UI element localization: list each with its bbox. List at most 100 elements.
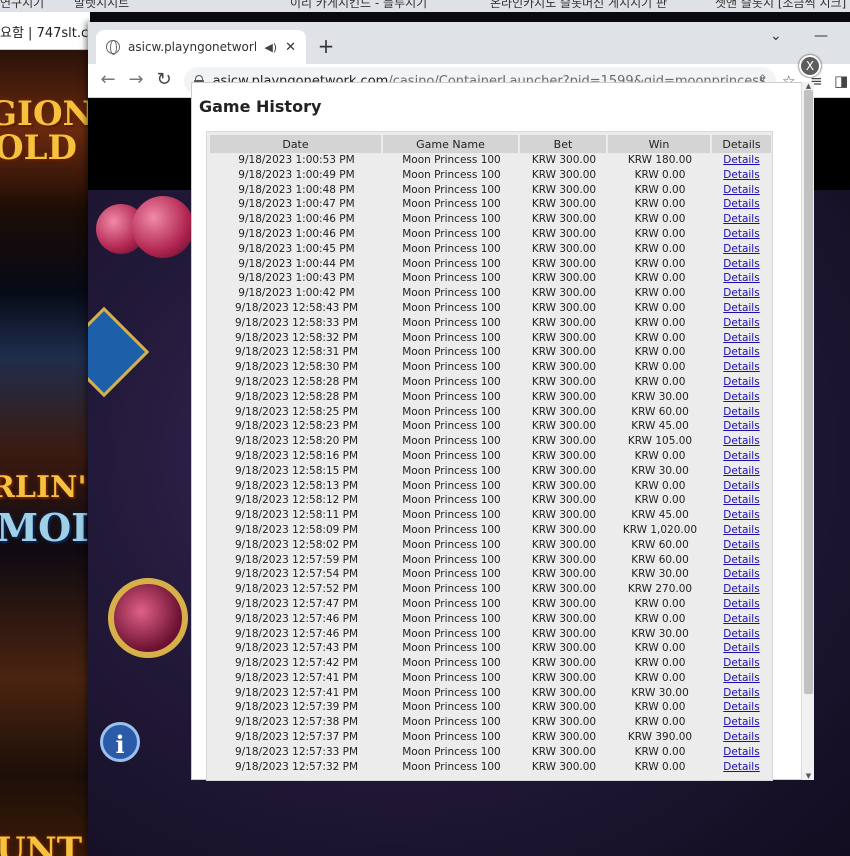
scroll-up-arrow-icon[interactable]: ▲ <box>802 82 815 90</box>
popup-tab[interactable]: asicw.playngonetwork.com/ ◀) ✕ <box>96 30 306 64</box>
details-link[interactable]: Details <box>723 391 759 403</box>
details-link[interactable]: Details <box>723 258 759 270</box>
win-cell: KRW 30.00 <box>608 463 712 479</box>
details-link[interactable]: Details <box>723 613 759 625</box>
casino-game-title[interactable]: UNT <box>0 832 82 856</box>
details-link[interactable]: Details <box>723 243 759 255</box>
bet-cell: KRW 300.00 <box>520 271 608 287</box>
bet-cell: KRW 300.00 <box>520 448 608 464</box>
details-link[interactable]: Details <box>723 361 759 373</box>
scroll-down-arrow-icon[interactable]: ▼ <box>802 772 815 780</box>
casino-game-title[interactable]: OLD <box>0 130 77 166</box>
details-cell: Details <box>712 744 771 760</box>
bet-cell: KRW 300.00 <box>520 241 608 257</box>
background-tab[interactable]: 말렛시시트 <box>74 0 129 12</box>
win-cell: KRW 60.00 <box>608 404 712 420</box>
side-panel-icon[interactable]: ◨ <box>834 72 848 90</box>
forward-icon[interactable]: → <box>124 69 148 91</box>
details-link[interactable]: Details <box>723 568 759 580</box>
details-link[interactable]: Details <box>723 761 759 773</box>
details-cell: Details <box>712 271 771 287</box>
date-cell: 9/18/2023 12:57:37 PM <box>210 730 383 745</box>
details-link[interactable]: Details <box>723 450 759 462</box>
bet-cell: KRW 300.00 <box>520 567 608 583</box>
details-link[interactable]: Details <box>723 480 759 492</box>
background-tab[interactable]: 온라인카지노 슬롯머신 게시시기 판 <box>490 0 667 12</box>
win-cell: KRW 0.00 <box>608 360 712 375</box>
details-link[interactable]: Details <box>723 687 759 699</box>
details-link[interactable]: Details <box>723 228 759 240</box>
casino-game-title[interactable]: MOI <box>0 509 89 547</box>
game-name-cell: Moon Princess 100 <box>383 286 520 301</box>
details-link[interactable]: Details <box>723 154 759 166</box>
date-cell: 9/18/2023 1:00:47 PM <box>210 197 383 213</box>
tab-close-icon[interactable]: ✕ <box>285 40 296 55</box>
details-link[interactable]: Details <box>723 406 759 418</box>
details-link[interactable]: Details <box>723 554 759 566</box>
details-link[interactable]: Details <box>723 657 759 669</box>
new-tab-button[interactable]: + <box>314 34 338 58</box>
bet-cell: KRW 300.00 <box>520 685 608 701</box>
bet-cell: KRW 300.00 <box>520 404 608 420</box>
details-link[interactable]: Details <box>723 435 759 447</box>
info-icon[interactable]: i <box>100 722 140 762</box>
game-name-cell: Moon Princess 100 <box>383 596 520 612</box>
details-link[interactable]: Details <box>723 494 759 506</box>
date-cell: 9/18/2023 1:00:44 PM <box>210 256 383 272</box>
details-link[interactable]: Details <box>723 539 759 551</box>
background-tab[interactable]: 셋앤 슬롯시 [조금씩 시크] <box>715 0 846 12</box>
table-row: 9/18/2023 12:58:25 PM Moon Princess 100 KR… <box>210 404 771 420</box>
background-tab[interactable]: 이리 카게시킨드 - 블루시기 <box>290 0 427 12</box>
table-row: 9/18/2023 12:57:46 PM Moon Princess 100 KR… <box>210 611 771 627</box>
background-tab[interactable]: 연구시기 <box>0 0 44 12</box>
details-link[interactable]: Details <box>723 642 759 654</box>
details-link[interactable]: Details <box>723 213 759 225</box>
bet-cell: KRW 300.00 <box>520 522 608 538</box>
table-row: 9/18/2023 12:57:54 PM Moon Princess 100 KR… <box>210 567 771 583</box>
bet-cell: KRW 300.00 <box>520 759 608 775</box>
details-cell: Details <box>712 182 771 198</box>
details-link[interactable]: Details <box>723 672 759 684</box>
game-name-cell: Moon Princess 100 <box>383 226 520 242</box>
table-row: 9/18/2023 12:57:43 PM Moon Princess 100 KR… <box>210 641 771 657</box>
details-link[interactable]: Details <box>723 332 759 344</box>
details-cell: Details <box>712 463 771 479</box>
casino-game-title[interactable]: RLIN' <box>0 470 87 506</box>
reload-icon[interactable]: ↻ <box>152 69 176 91</box>
details-link[interactable]: Details <box>723 628 759 640</box>
details-link[interactable]: Details <box>723 302 759 314</box>
details-link[interactable]: Details <box>723 509 759 521</box>
details-link[interactable]: Details <box>723 465 759 477</box>
details-cell: Details <box>712 715 771 731</box>
game-name-cell: Moon Princess 100 <box>383 730 520 745</box>
speaker-icon[interactable]: ◀) <box>264 41 277 54</box>
details-link[interactable]: Details <box>723 346 759 358</box>
details-link[interactable]: Details <box>723 184 759 196</box>
minimize-button[interactable]: — <box>814 28 828 44</box>
details-link[interactable]: Details <box>723 272 759 284</box>
game-name-cell: Moon Princess 100 <box>383 404 520 420</box>
details-link[interactable]: Details <box>723 716 759 728</box>
chevron-down-icon[interactable]: ⌄ <box>770 28 782 44</box>
table-row: 9/18/2023 12:58:31 PM Moon Princess 100 KR… <box>210 345 771 361</box>
back-icon[interactable]: ← <box>96 69 120 91</box>
details-link[interactable]: Details <box>723 701 759 713</box>
details-link[interactable]: Details <box>723 287 759 299</box>
details-link[interactable]: Details <box>723 198 759 210</box>
details-link[interactable]: Details <box>723 598 759 610</box>
details-link[interactable]: Details <box>723 746 759 758</box>
casino-game-title[interactable]: GION <box>0 96 90 132</box>
modal-scrollbar[interactable]: ▲ ▼ <box>801 82 814 780</box>
details-link[interactable]: Details <box>723 376 759 388</box>
details-link[interactable]: Details <box>723 317 759 329</box>
details-link[interactable]: Details <box>723 524 759 536</box>
background-address-bar[interactable]: 요함 | 747slt.co <box>0 12 90 50</box>
modal-close-button[interactable]: X <box>799 55 821 77</box>
game-name-cell: Moon Princess 100 <box>383 641 520 657</box>
details-link[interactable]: Details <box>723 169 759 181</box>
details-link[interactable]: Details <box>723 731 759 743</box>
scrollbar-thumb[interactable] <box>804 90 813 694</box>
details-link[interactable]: Details <box>723 583 759 595</box>
details-link[interactable]: Details <box>723 420 759 432</box>
popup-tab-bar: asicw.playngonetwork.com/ ◀) ✕ + ⌄ — <box>88 22 850 64</box>
